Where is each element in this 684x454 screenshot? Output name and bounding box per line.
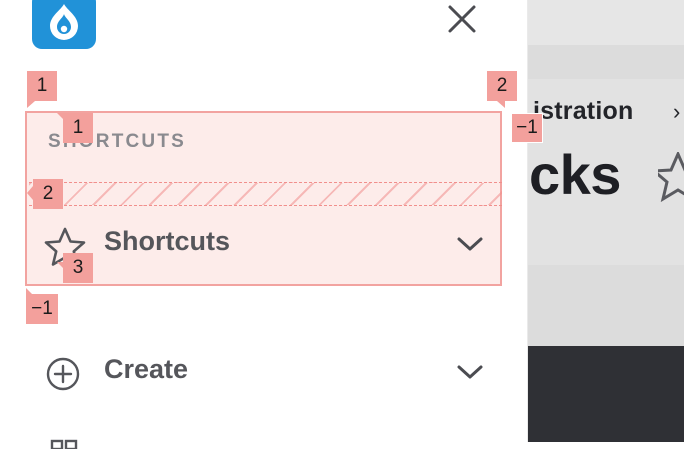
annotation-badge: 2 — [33, 179, 63, 209]
annotation-badge: 1 — [63, 113, 93, 143]
annotation-badge: 2 — [487, 71, 517, 101]
annotation-badge: 1 — [27, 71, 57, 101]
nav-item-shortcuts[interactable]: Shortcuts — [40, 218, 500, 268]
breadcrumb-separator: › — [673, 99, 681, 124]
sidebar: SHORTCUTS Shortcuts Create — [0, 0, 527, 451]
annotation-badge: −1 — [26, 294, 58, 324]
close-button[interactable] — [445, 2, 479, 36]
background-page-title: cks — [529, 143, 621, 206]
chevron-down-icon[interactable] — [456, 234, 484, 256]
drupal-logo-icon[interactable] — [32, 0, 96, 49]
plus-circle-icon — [44, 354, 84, 394]
star-icon[interactable] — [650, 150, 684, 207]
grid-icon — [50, 436, 78, 451]
annotation-badge: 3 — [63, 253, 93, 283]
background-page: istration › cks — [527, 0, 684, 442]
nav-item-create[interactable]: Create — [40, 346, 500, 396]
hatched-gap-region — [29, 182, 502, 206]
background-breadcrumb[interactable]: istration — [533, 97, 633, 126]
background-dark-panel — [527, 346, 684, 442]
nav-item-label: Shortcuts — [104, 226, 231, 256]
nav-item-label: Create — [104, 354, 189, 384]
chevron-down-icon[interactable] — [456, 362, 484, 384]
background-toolbar — [527, 0, 684, 45]
annotation-badge: −1 — [511, 113, 543, 143]
close-icon — [448, 5, 476, 33]
